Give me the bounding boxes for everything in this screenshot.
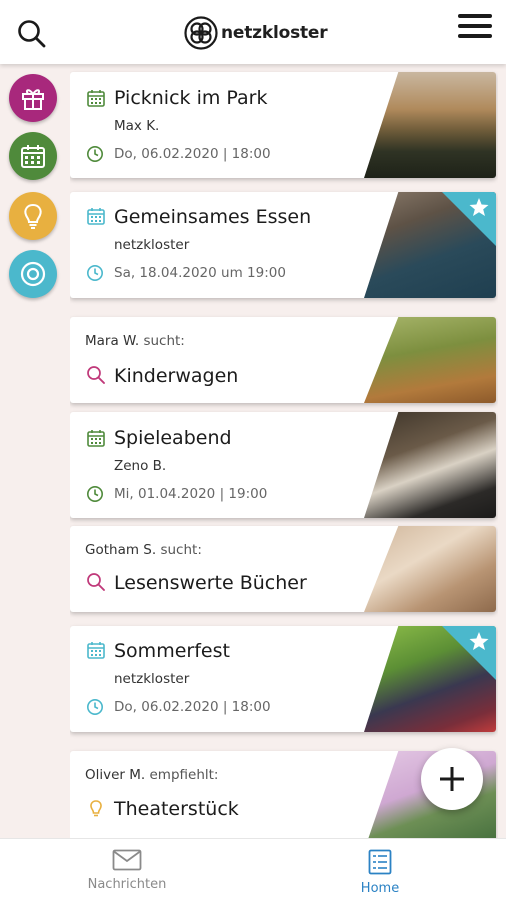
feed-card-search[interactable]: Mara W. sucht: Kinderwagen	[70, 317, 496, 403]
search-header: Gotham S. sucht:	[85, 542, 202, 558]
recommendation-title: Theaterstück	[114, 798, 239, 820]
lightbulb-icon	[24, 203, 42, 229]
brand-logo[interactable]: netzkloster	[184, 16, 328, 50]
category-goals-button[interactable]	[9, 250, 57, 298]
calendar-icon	[87, 430, 105, 447]
event-title: Picknick im Park	[114, 87, 268, 109]
search-verb: sucht:	[160, 542, 202, 558]
menu-button[interactable]	[458, 14, 492, 44]
clock-icon	[87, 486, 103, 502]
nav-messages-label: Nachrichten	[87, 877, 167, 892]
search-icon	[18, 20, 46, 48]
event-organizer: netzkloster	[114, 237, 190, 253]
event-datetime: Mi, 01.04.2020 | 19:00	[114, 486, 268, 502]
search-icon	[87, 573, 105, 591]
feed-card-event[interactable]: Sommerfest netzkloster Do, 06.02.2020 | …	[70, 626, 496, 732]
event-photo	[364, 72, 496, 178]
bottom-navigation: Nachrichten Home	[0, 838, 506, 900]
clock-icon	[87, 699, 103, 715]
recommendation-header: Oliver M. empfiehlt:	[85, 767, 218, 783]
nav-home[interactable]: Home	[325, 849, 435, 896]
clock-icon	[87, 265, 103, 281]
plus-icon	[440, 767, 464, 791]
category-gifts-button[interactable]	[9, 74, 57, 122]
search-author: Mara W.	[85, 333, 140, 349]
clock-icon	[87, 146, 103, 162]
event-datetime: Do, 06.02.2020 | 18:00	[114, 146, 271, 162]
category-ideas-button[interactable]	[9, 192, 57, 240]
event-photo	[364, 412, 496, 518]
target-icon	[20, 261, 46, 287]
list-icon	[368, 849, 392, 875]
feed-list: Picknick im Park Max K. Do, 06.02.2020 |…	[70, 64, 498, 840]
feed-card-search[interactable]: Gotham S. sucht: Lesenswerte Bücher	[70, 526, 496, 612]
logo-knot-icon	[184, 16, 218, 50]
search-button[interactable]	[16, 18, 48, 50]
search-title: Kinderwagen	[114, 365, 239, 387]
search-author: Gotham S.	[85, 542, 157, 558]
nav-home-label: Home	[360, 881, 400, 896]
gift-icon	[22, 89, 44, 110]
hamburger-icon-bar	[458, 34, 492, 38]
recommendation-author: Oliver M.	[85, 767, 146, 783]
nav-messages[interactable]: Nachrichten	[72, 849, 182, 892]
app-header: netzkloster	[0, 0, 506, 64]
event-organizer: Zeno B.	[114, 458, 167, 474]
event-organizer: Max K.	[114, 118, 160, 134]
search-photo	[364, 317, 496, 403]
search-icon	[87, 366, 105, 384]
category-filter-column	[0, 64, 64, 840]
hamburger-icon-bar	[458, 24, 492, 28]
search-header: Mara W. sucht:	[85, 333, 185, 349]
calendar-icon	[87, 208, 105, 225]
envelope-icon	[112, 849, 142, 871]
search-title: Lesenswerte Bücher	[114, 572, 307, 594]
event-datetime: Sa, 18.04.2020 um 19:00	[114, 265, 286, 281]
feed-card-event[interactable]: Spieleabend Zeno B. Mi, 01.04.2020 | 19:…	[70, 412, 496, 518]
event-title: Spieleabend	[114, 427, 232, 449]
brand-name: netzkloster	[221, 23, 328, 43]
event-datetime: Do, 06.02.2020 | 18:00	[114, 699, 271, 715]
hamburger-icon-bar	[458, 14, 492, 18]
category-events-button[interactable]	[9, 132, 57, 180]
feed-card-event[interactable]: Gemeinsames Essen netzkloster Sa, 18.04.…	[70, 192, 496, 298]
featured-star-icon	[442, 626, 496, 680]
featured-star-icon	[442, 192, 496, 246]
calendar-icon	[21, 145, 45, 168]
search-photo	[364, 526, 496, 612]
event-title: Sommerfest	[114, 640, 230, 662]
calendar-icon	[87, 90, 105, 107]
calendar-icon	[87, 642, 105, 659]
add-post-button[interactable]	[421, 748, 483, 810]
event-title: Gemeinsames Essen	[114, 206, 312, 228]
search-verb: sucht:	[143, 333, 185, 349]
event-organizer: netzkloster	[114, 671, 190, 687]
feed-card-event[interactable]: Picknick im Park Max K. Do, 06.02.2020 |…	[70, 72, 496, 178]
lightbulb-icon	[90, 800, 102, 817]
recommendation-verb: empfiehlt:	[149, 767, 219, 783]
